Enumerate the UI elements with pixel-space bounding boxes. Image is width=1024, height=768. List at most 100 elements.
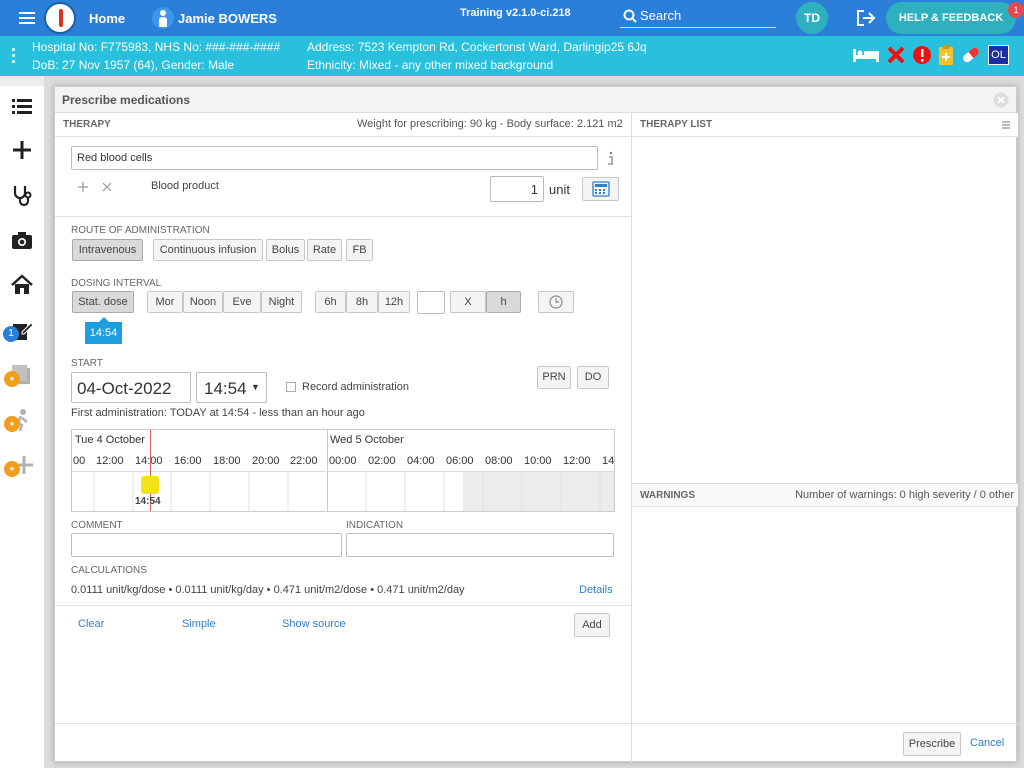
pill-icon[interactable] [960,45,982,65]
list-icon[interactable] [10,94,34,118]
start-time-select[interactable]: 14:54 ▼ [196,372,267,403]
timeline-hour: 12:00 [563,455,591,467]
cross-alert-icon[interactable] [887,46,905,64]
home-link[interactable]: Home [89,11,125,26]
schedule-button[interactable] [538,291,574,313]
stat-time-tooltip: 14:54 [85,322,122,344]
timeline-day-1: Tue 4 October [75,434,145,446]
lock-icon: ● [4,416,20,432]
prn-button[interactable]: PRN [537,366,571,389]
time-night-button[interactable]: Night [261,291,302,313]
top-bar: Home Jamie BOWERS Training v2.1.0-ci.218… [0,0,1024,36]
app-logo[interactable] [44,2,76,34]
divider [55,216,631,217]
list-menu-icon[interactable] [1002,121,1010,129]
timeline-day-2: Wed 5 October [330,434,404,446]
more-options-icon[interactable] [12,48,16,64]
add-icon[interactable] [10,138,34,162]
route-fb-button[interactable]: FB [346,239,373,261]
medication-field[interactable]: Red blood cells [71,146,598,170]
indication-label: INDICATION [346,520,404,531]
time-noon-button[interactable]: Noon [183,291,223,313]
dosing-timeline[interactable]: Tue 4 October Wed 5 October 00 12:00 14:… [71,429,615,512]
interval-h-button[interactable]: h [486,291,521,313]
patient-ids: Hospital No: F775983, NHS No: ###-###-##… [32,40,281,54]
pending-count-badge: 1 [3,326,19,342]
timeline-hour: 14 [602,455,615,467]
interval-8h-button[interactable]: 8h [346,291,378,313]
record-admin-checkbox[interactable] [286,382,296,392]
simple-link[interactable]: Simple [182,618,216,630]
menu-icon[interactable] [19,12,35,24]
comment-input[interactable] [71,533,342,557]
sidebar: 1 ● ● ● [0,86,44,768]
route-intravenous-button[interactable]: Intravenous [72,239,143,261]
add-ingredient-icon[interactable] [77,181,89,193]
timeline-hour: 10:00 [524,455,552,467]
warnings-count: Number of warnings: 0 high severity / 0 … [795,489,1014,501]
patient-name[interactable]: Jamie BOWERS [178,11,277,26]
close-icon[interactable] [993,92,1009,108]
interval-12h-button[interactable]: 12h [378,291,410,313]
cancel-link[interactable]: Cancel [970,737,1004,749]
interval-x-button[interactable]: X [450,291,486,313]
ol-badge[interactable]: OL [988,45,1009,65]
timeline-hour: 14:00 [135,455,163,467]
show-source-link[interactable]: Show source [282,618,346,630]
administration-marker[interactable] [141,476,159,494]
warnings-header: WARNINGS Number of warnings: 0 high seve… [632,483,1018,507]
clipboard-icon[interactable] [938,44,954,66]
start-date: 04-Oct-2022 [77,379,172,398]
alert-icon[interactable] [912,45,932,65]
lock-icon: ● [4,371,20,387]
user-avatar[interactable]: TD [796,2,828,34]
bed-icon[interactable] [852,46,880,64]
timeline-hour: 06:00 [446,455,474,467]
record-admin-label: Record administration [302,381,409,393]
prescribe-button[interactable]: Prescribe [903,732,961,756]
camera-icon[interactable] [10,228,34,252]
time-evening-button[interactable]: Eve [223,291,261,313]
route-bolus-button[interactable]: Bolus [266,239,305,261]
chevron-down-icon: ▼ [251,382,260,392]
indication-input[interactable] [346,533,614,557]
custom-interval-input[interactable] [417,291,445,314]
add-button[interactable]: Add [574,613,610,637]
interval-6h-button[interactable]: 6h [315,291,346,313]
timeline-hour: 16:00 [174,455,202,467]
info-icon[interactable] [605,150,615,166]
time-morning-button[interactable]: Mor [147,291,183,313]
route-rate-button[interactable]: Rate [307,239,342,261]
logout-icon[interactable] [856,9,876,27]
dialog-title: Prescribe medications [62,93,191,107]
start-date-input[interactable]: 04-Oct-2022 [71,372,191,403]
version-label: Training v2.1.0-ci.218 [460,7,571,19]
clear-link[interactable]: Clear [78,618,104,630]
prescribe-dialog: Prescribe medications THERAPY Weight for… [54,86,1018,763]
search-icon [623,9,637,23]
help-feedback-button[interactable]: HELP & FEEDBACK [886,2,1016,34]
start-time: 14:54 [204,379,247,398]
timeline-hour: 12:00 [96,455,124,467]
do-button[interactable]: DO [577,366,609,389]
route-continuous-infusion-button[interactable]: Continuous infusion [153,239,263,261]
patient-dob: DoB: 27 Nov 1957 (64), Gender: Male [32,58,235,72]
timeline-hour: 08:00 [485,455,513,467]
calculator-button[interactable] [582,177,619,201]
stethoscope-icon[interactable] [10,183,34,207]
details-link[interactable]: Details [579,584,613,596]
search-field[interactable]: Search [620,6,776,28]
medication-name: Red blood cells [77,152,153,164]
dose-input[interactable]: 1 [490,176,544,202]
administration-marker-time: 14:54 [135,496,161,507]
home-icon[interactable] [10,273,34,297]
stat-dose-button[interactable]: Stat. dose [72,291,134,313]
timeline-hour: 20:00 [252,455,280,467]
first-administration-text: First administration: TODAY at 14:54 - l… [71,407,365,419]
calculations-label: CALCULATIONS [71,565,147,576]
calculator-icon [591,181,610,197]
remove-icon[interactable] [101,181,113,193]
timeline-hour: 18:00 [213,455,241,467]
weight-info: Weight for prescribing: 90 kg - Body sur… [357,118,623,130]
therapy-list-header-label: THERAPY LIST [640,119,713,130]
